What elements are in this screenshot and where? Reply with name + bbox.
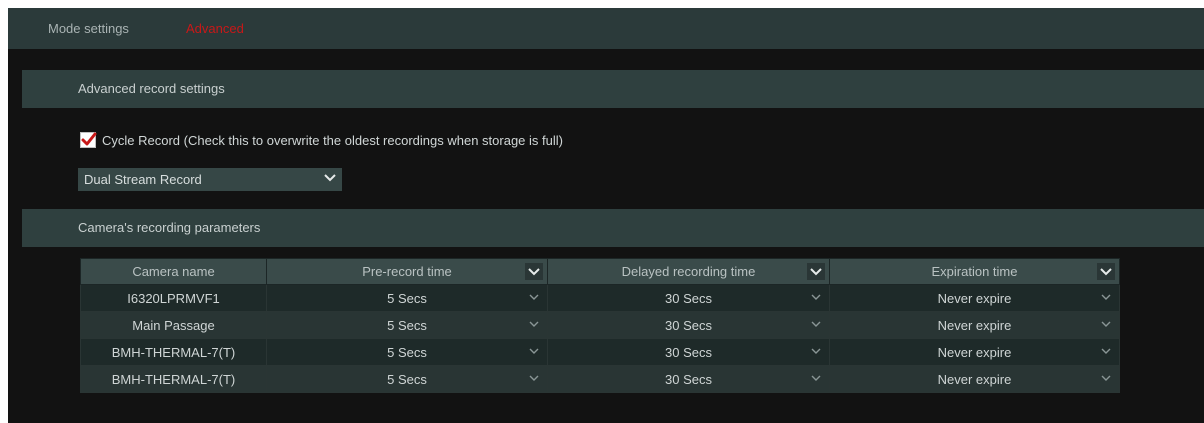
column-header-delayed-recording-time: Delayed recording time — [547, 258, 830, 285]
delayed-recording-value: 30 Secs — [665, 344, 712, 360]
section-title: Advanced record settings — [78, 81, 225, 96]
tab-advanced[interactable]: Advanced — [186, 21, 244, 36]
tab-bar: Mode settings Advanced — [8, 8, 1204, 49]
record-stream-value: Dual Stream Record — [84, 172, 202, 187]
table-row: Main Passage 5 Secs 30 Secs Never expire — [80, 311, 1120, 339]
expiration-value: Never expire — [937, 290, 1012, 306]
chevron-down-icon — [1101, 348, 1111, 354]
camera-name-cell: BMH-THERMAL-7(T) — [80, 338, 267, 366]
pre-record-select[interactable]: 5 Secs — [266, 365, 548, 393]
table-header-row: Camera name Pre-record time Delayed reco… — [80, 258, 1120, 285]
advanced-record-settings-header: Advanced record settings — [22, 70, 1204, 108]
expiration-select[interactable]: Never expire — [829, 284, 1120, 312]
chevron-down-icon — [529, 375, 539, 381]
chevron-down-icon — [1101, 321, 1111, 327]
camera-name-cell: Main Passage — [80, 311, 267, 339]
pre-record-value: 5 Secs — [387, 290, 427, 306]
pre-record-select[interactable]: 5 Secs — [266, 338, 548, 366]
cycle-record-label: Cycle Record (Check this to overwrite th… — [102, 133, 563, 148]
chevron-down-icon — [811, 375, 821, 381]
pre-record-value: 5 Secs — [387, 371, 427, 387]
delayed-recording-value: 30 Secs — [665, 371, 712, 387]
delayed-recording-value: 30 Secs — [665, 290, 712, 306]
expiration-select[interactable]: Never expire — [829, 338, 1120, 366]
expiration-select[interactable]: Never expire — [829, 311, 1120, 339]
pre-record-bulk-dropdown[interactable] — [525, 263, 543, 280]
chevron-down-icon — [811, 294, 821, 300]
expiration-select[interactable]: Never expire — [829, 365, 1120, 393]
record-stream-select[interactable]: Dual Stream Record — [78, 168, 342, 191]
column-header-camera-name: Camera name — [80, 258, 267, 285]
delayed-recording-value: 30 Secs — [665, 317, 712, 333]
chevron-down-icon — [324, 174, 336, 182]
cycle-record-checkbox[interactable] — [80, 132, 97, 148]
pre-record-select[interactable]: 5 Secs — [266, 284, 548, 312]
delayed-recording-select[interactable]: 30 Secs — [547, 338, 830, 366]
chevron-down-icon — [1100, 268, 1112, 276]
chevron-down-icon — [811, 348, 821, 354]
delayed-recording-bulk-dropdown[interactable] — [807, 263, 825, 280]
nvr-window: Mode settings Advanced Advanced record s… — [8, 8, 1204, 423]
table-row: BMH-THERMAL-7(T) 5 Secs 30 Secs Never ex… — [80, 338, 1120, 366]
delayed-recording-select[interactable]: 30 Secs — [547, 311, 830, 339]
chevron-down-icon — [529, 348, 539, 354]
expiration-value: Never expire — [937, 371, 1012, 387]
pre-record-value: 5 Secs — [387, 344, 427, 360]
chevron-down-icon — [810, 268, 822, 276]
recording-parameters-table: Camera name Pre-record time Delayed reco… — [80, 258, 1120, 393]
column-header-pre-record-time: Pre-record time — [266, 258, 548, 285]
column-header-expiration-time: Expiration time — [829, 258, 1120, 285]
expiration-value: Never expire — [937, 344, 1012, 360]
camera-recording-parameters-header: Camera's recording parameters — [22, 209, 1204, 247]
expiration-bulk-dropdown[interactable] — [1097, 263, 1115, 280]
camera-name-cell: I6320LPRMVF1 — [80, 284, 267, 312]
chevron-down-icon — [1101, 375, 1111, 381]
section-title: Camera's recording parameters — [78, 220, 261, 235]
tab-mode-settings[interactable]: Mode settings — [48, 21, 129, 36]
table-row: I6320LPRMVF1 5 Secs 30 Secs Never expire — [80, 284, 1120, 312]
pre-record-select[interactable]: 5 Secs — [266, 311, 548, 339]
checkmark-icon — [81, 132, 97, 146]
delayed-recording-select[interactable]: 30 Secs — [547, 365, 830, 393]
expiration-value: Never expire — [937, 317, 1012, 333]
chevron-down-icon — [811, 321, 821, 327]
table-row: BMH-THERMAL-7(T) 5 Secs 30 Secs Never ex… — [80, 365, 1120, 393]
chevron-down-icon — [528, 268, 540, 276]
chevron-down-icon — [1101, 294, 1111, 300]
delayed-recording-select[interactable]: 30 Secs — [547, 284, 830, 312]
pre-record-value: 5 Secs — [387, 317, 427, 333]
camera-name-cell: BMH-THERMAL-7(T) — [80, 365, 267, 393]
chevron-down-icon — [529, 294, 539, 300]
chevron-down-icon — [529, 321, 539, 327]
